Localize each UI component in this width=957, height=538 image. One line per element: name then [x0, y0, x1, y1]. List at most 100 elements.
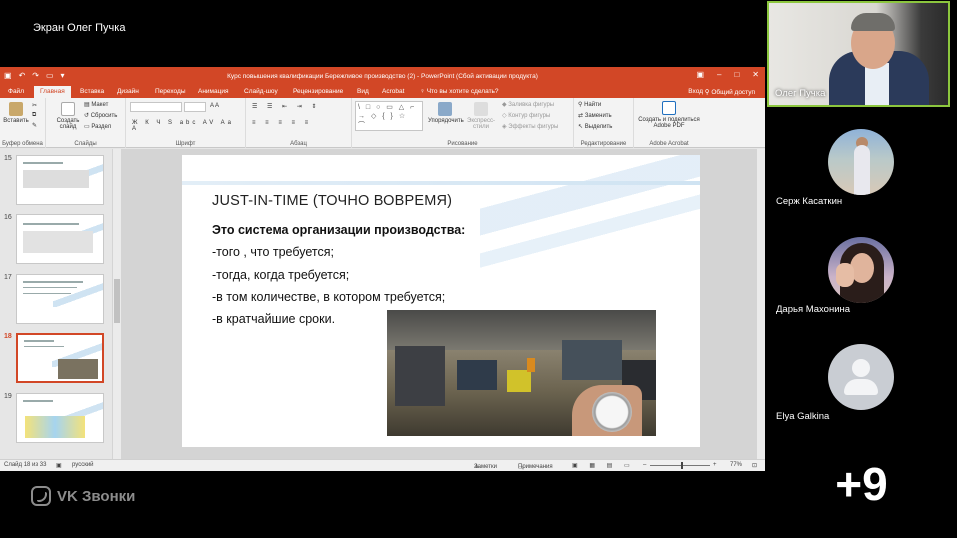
cut-icon[interactable]: ✂	[32, 102, 37, 109]
participant-name: Серж Касаткин	[776, 196, 843, 207]
document-title: Курс повышения квалификации Бережливое п…	[227, 73, 538, 80]
tab-home[interactable]: Главная	[34, 86, 71, 98]
zoom-slider[interactable]	[650, 465, 710, 466]
tab-acrobat[interactable]: Acrobat	[382, 88, 404, 95]
participant-tile[interactable]: Серж Касаткин	[766, 125, 957, 215]
create-slide-button[interactable]: Создать слайд	[54, 102, 82, 130]
group-label-editing: Редактирование	[580, 141, 627, 147]
current-slide[interactable]: JUST-IN-TIME (ТОЧНО ВОВРЕМЯ) Это система…	[182, 155, 700, 447]
shape-fill-label: Заливка фигуры	[508, 102, 555, 108]
default-avatar	[828, 344, 894, 410]
language-indicator[interactable]: русский	[72, 462, 94, 468]
shape-effects-button[interactable]: ◈ Эффекты фигуры	[502, 123, 558, 130]
tab-insert[interactable]: Вставка	[80, 88, 104, 95]
shape-outline-button[interactable]: ◇ Контур фигуры	[502, 112, 550, 119]
thumbnail-16[interactable]: 16	[2, 214, 106, 268]
thumbnail-19[interactable]: 19	[2, 393, 106, 447]
tab-file[interactable]: Файл	[8, 88, 24, 95]
thumbnail-18[interactable]: 18	[2, 333, 106, 387]
shape-outline-label: Контур фигуры	[508, 113, 551, 119]
cursor-icon: ↖	[578, 124, 585, 130]
user-icon-head	[852, 359, 870, 377]
zoom-slider-handle[interactable]	[681, 462, 683, 469]
alignment-buttons[interactable]: ≡ ≡ ≡ ≡ ≡	[252, 120, 312, 126]
font-size-input[interactable]	[184, 102, 206, 112]
thumbnail-number: 18	[4, 333, 12, 340]
group-slides: Создать слайд ▤ Макет ↺ Сбросить ▭ Разде…	[46, 98, 126, 148]
tab-animation[interactable]: Анимация	[198, 88, 229, 95]
font-format-buttons[interactable]: Ж К Ч S abc AV Aa A	[132, 120, 245, 132]
login-link[interactable]: Вход	[688, 88, 703, 95]
share-button[interactable]: ⚲ Общий доступ	[705, 88, 755, 96]
shape-fill-button[interactable]: ◆ Заливка фигуры	[502, 101, 554, 108]
participant-tile[interactable]: Дарья Махонина	[766, 233, 957, 323]
group-drawing: \ □ ○ ▭ △ ⌐ → ◇ { } ☆ ⌒ Упорядочить Эксп…	[352, 98, 574, 148]
spellcheck-icon[interactable]: ▣	[56, 462, 62, 469]
reset-button[interactable]: ↺ Сбросить	[84, 112, 117, 119]
screen-share-title: Экран Олег Пучка	[33, 22, 126, 34]
create-pdf-button[interactable]: Создать и поделиться Adobe PDF	[638, 101, 700, 129]
thumbnail-diagram	[23, 231, 93, 253]
minimize-icon[interactable]: –	[717, 70, 721, 79]
new-slide-icon	[61, 102, 75, 116]
list-buttons[interactable]: ☰ ☰ ⇤ ⇥ ⇕	[252, 103, 321, 110]
tab-design[interactable]: Дизайн	[117, 88, 139, 95]
thumbnail-line	[23, 400, 53, 402]
scrollbar-thumb[interactable]	[114, 279, 120, 323]
layout-button[interactable]: ▤ Макет	[84, 101, 108, 108]
express-styles-button[interactable]: Экспресс-стили	[462, 102, 500, 130]
copy-icon[interactable]: ⧉	[32, 112, 36, 119]
slide-scrollbar[interactable]	[757, 149, 765, 459]
replace-label: Заменить	[584, 113, 612, 119]
arrange-label: Упорядочить	[428, 118, 464, 124]
thumbnail-17[interactable]: 17	[2, 274, 106, 328]
avatar	[828, 237, 894, 303]
find-button[interactable]: ⚲ Найти	[578, 101, 601, 108]
comments-label: Примечания	[518, 464, 553, 470]
find-label: Найти	[584, 102, 602, 108]
tab-slideshow[interactable]: Слайд-шоу	[244, 88, 278, 95]
zoom-level[interactable]: 77%	[730, 462, 742, 468]
arrange-button[interactable]: Упорядочить	[428, 102, 464, 124]
zoom-in-icon[interactable]: +	[713, 462, 717, 468]
replace-button[interactable]: ⇄ Заменить	[578, 112, 612, 119]
ribbon-options-icon[interactable]: ▣	[696, 70, 704, 79]
participant-tile[interactable]: Elya Galkina	[766, 340, 957, 430]
participant-name: Elya Galkina	[776, 411, 830, 422]
format-painter-icon[interactable]: ✎	[32, 122, 37, 129]
paste-button[interactable]: Вставить	[3, 102, 29, 124]
slide-title[interactable]: JUST-IN-TIME (ТОЧНО ВОВРЕМЯ)	[212, 193, 452, 209]
font-name-input[interactable]	[130, 102, 182, 112]
select-button[interactable]: ↖ Выделить	[578, 123, 612, 130]
font-grow-shrink-icon[interactable]: A A	[210, 103, 219, 109]
section-button[interactable]: ▭ Раздел	[84, 123, 111, 130]
fit-slide-icon[interactable]: ⊡	[752, 462, 757, 469]
thumbnail-line	[23, 162, 63, 164]
close-icon[interactable]: ✕	[752, 70, 759, 79]
thumbnail-scrollbar[interactable]	[113, 149, 121, 459]
view-buttons[interactable]: ▣ ▦ ▤ ▭	[572, 462, 635, 469]
tell-me-box[interactable]: ♀ Что вы хотите сделать?	[420, 88, 499, 95]
shapes-gallery[interactable]: \ □ ○ ▭ △ ⌐ → ◇ { } ☆ ⌒	[355, 101, 423, 131]
factory-stopwatch-photo[interactable]	[387, 310, 656, 436]
tab-review[interactable]: Рецензирование	[293, 88, 343, 95]
speaker-video-tile[interactable]: Олег Пучка	[767, 1, 950, 107]
tab-transitions[interactable]: Переходы	[155, 88, 186, 95]
thumbnail-number: 15	[4, 155, 12, 162]
group-label-clipboard: Буфер обмена	[2, 141, 43, 147]
thumbnail-line	[24, 346, 64, 347]
group-label-slides: Слайды	[74, 141, 97, 147]
vk-calls-icon	[31, 486, 51, 506]
photo-machine	[395, 346, 445, 406]
lightbulb-icon: ♀	[420, 88, 427, 95]
more-participants-count[interactable]: +9	[766, 457, 957, 511]
create-slide-label: Создать слайд	[56, 118, 80, 130]
thumbnail-15[interactable]: 15	[2, 155, 106, 209]
styles-icon	[474, 102, 488, 116]
thumbnail-line	[23, 293, 71, 294]
zoom-out-icon[interactable]: –	[643, 462, 646, 468]
group-label-acrobat: Adobe Acrobat	[649, 141, 689, 147]
tab-view[interactable]: Вид	[357, 88, 369, 95]
slide-background-decoration	[480, 155, 700, 275]
maximize-icon[interactable]: □	[734, 70, 739, 79]
